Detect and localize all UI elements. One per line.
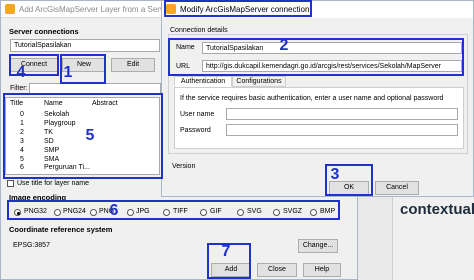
highlight-connection-fields	[168, 38, 464, 76]
annotation-number: 2	[279, 37, 289, 54]
qgis-app-icon	[5, 4, 15, 14]
modify-connection-dialog: Modify ArcGisMapServer connection Connec…	[161, 0, 474, 197]
window-title: Add ArcGisMapServer Layer from a Server	[19, 5, 172, 14]
password-input[interactable]	[226, 124, 458, 136]
contextual-label: contextual c	[400, 201, 474, 218]
cancel-button[interactable]: Cancel	[375, 181, 419, 195]
change-crs-button[interactable]: Change...	[298, 239, 338, 253]
use-title-checkbox[interactable]	[7, 180, 14, 187]
crs-label: Coordinate reference system	[9, 225, 113, 234]
version-label: Version	[172, 163, 196, 170]
user-name-input[interactable]	[226, 108, 458, 120]
annotation-number: 4	[16, 64, 26, 81]
highlight-encodings	[7, 200, 340, 220]
server-connections-label: Server connections	[9, 27, 79, 36]
server-connection-select[interactable]: TutorialSpasilakan	[10, 39, 160, 52]
filter-label: Filter:	[10, 85, 28, 92]
tab-configurations[interactable]: Configurations	[232, 76, 286, 87]
annotation-number: 6	[109, 202, 119, 219]
close-button[interactable]: Close	[257, 263, 297, 277]
use-title-label: Use title for layer name	[17, 180, 89, 187]
annotation-number: 3	[330, 166, 340, 183]
connection-details-label: Connection details	[170, 27, 228, 34]
auth-help-text: If the service requires basic authentica…	[180, 95, 444, 102]
annotation-number: 5	[85, 127, 95, 144]
user-name-label: User name	[180, 111, 215, 118]
annotation-number: 7	[221, 243, 231, 260]
highlight-dialog-title	[164, 0, 312, 17]
password-label: Password	[180, 127, 211, 134]
edit-button[interactable]: Edit	[111, 58, 155, 72]
tab-authentication[interactable]: Authentication	[174, 76, 232, 87]
help-button[interactable]: Help	[303, 263, 341, 277]
crs-value: EPSG:3857	[13, 242, 50, 249]
annotation-number: 1	[63, 64, 73, 81]
